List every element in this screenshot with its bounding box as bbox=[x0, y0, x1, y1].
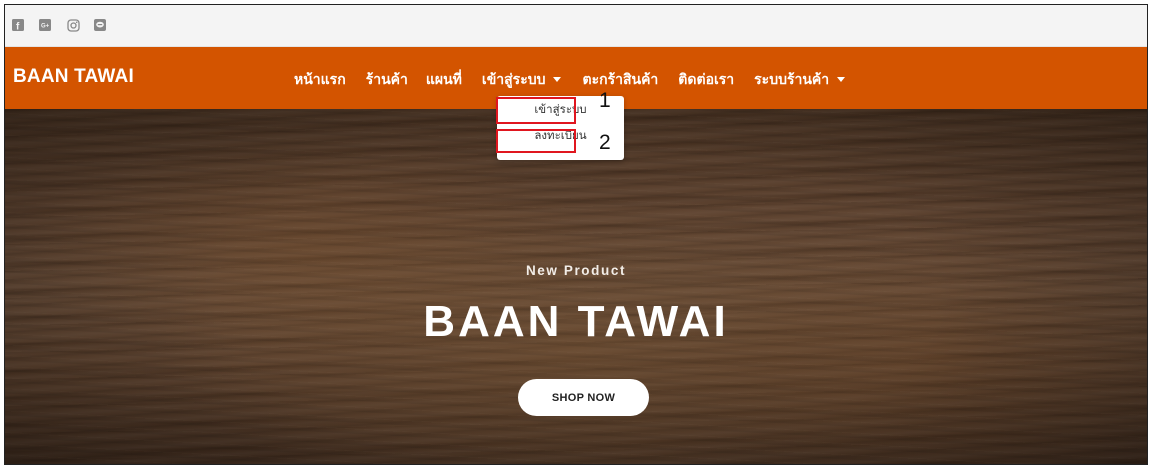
caret-down-icon bbox=[553, 76, 562, 82]
hero-subtitle: New Product bbox=[525, 263, 627, 278]
brand-logo[interactable]: BAAN TAWAI bbox=[13, 66, 134, 88]
line-chat-icon[interactable] bbox=[93, 18, 107, 32]
highlight-box-register bbox=[496, 129, 576, 153]
highlight-box-login bbox=[496, 97, 576, 124]
nav-contact[interactable]: ติดต่อเรา bbox=[678, 69, 734, 91]
shop-now-button[interactable]: SHOP NOW bbox=[518, 379, 649, 416]
annotation-number-1: 1 bbox=[599, 89, 611, 112]
nav-login[interactable]: เข้าสู่ระบบ bbox=[482, 69, 562, 91]
hero-title: BAAN TAWAI bbox=[423, 297, 729, 346]
caret-down-icon bbox=[837, 76, 846, 82]
google-plus-icon[interactable]: G+ bbox=[38, 18, 52, 32]
hero-banner: New Product BAAN TAWAI SHOP NOW bbox=[5, 109, 1147, 464]
social-top-bar: f G+ bbox=[5, 5, 1147, 47]
instagram-icon[interactable] bbox=[66, 18, 80, 32]
nav-menu: หน้าแรก ร้านค้า แผนที่ เข้าสู่ระบบ ตะกร้… bbox=[294, 69, 846, 91]
nav-store-system[interactable]: ระบบร้านค้า bbox=[754, 69, 846, 91]
nav-map[interactable]: แผนที่ bbox=[426, 69, 462, 91]
nav-cart[interactable]: ตะกร้าสินค้า bbox=[582, 69, 658, 91]
facebook-icon[interactable]: f bbox=[11, 18, 25, 32]
svg-text:G+: G+ bbox=[41, 24, 50, 30]
browser-viewport: f G+ BAAN TAWAI หน้าแรก ร้านค้า แผนที่ เ… bbox=[4, 4, 1148, 465]
nav-shop[interactable]: ร้านค้า bbox=[366, 69, 408, 91]
nav-home[interactable]: หน้าแรก bbox=[294, 69, 346, 91]
annotation-number-2: 2 bbox=[599, 131, 611, 154]
